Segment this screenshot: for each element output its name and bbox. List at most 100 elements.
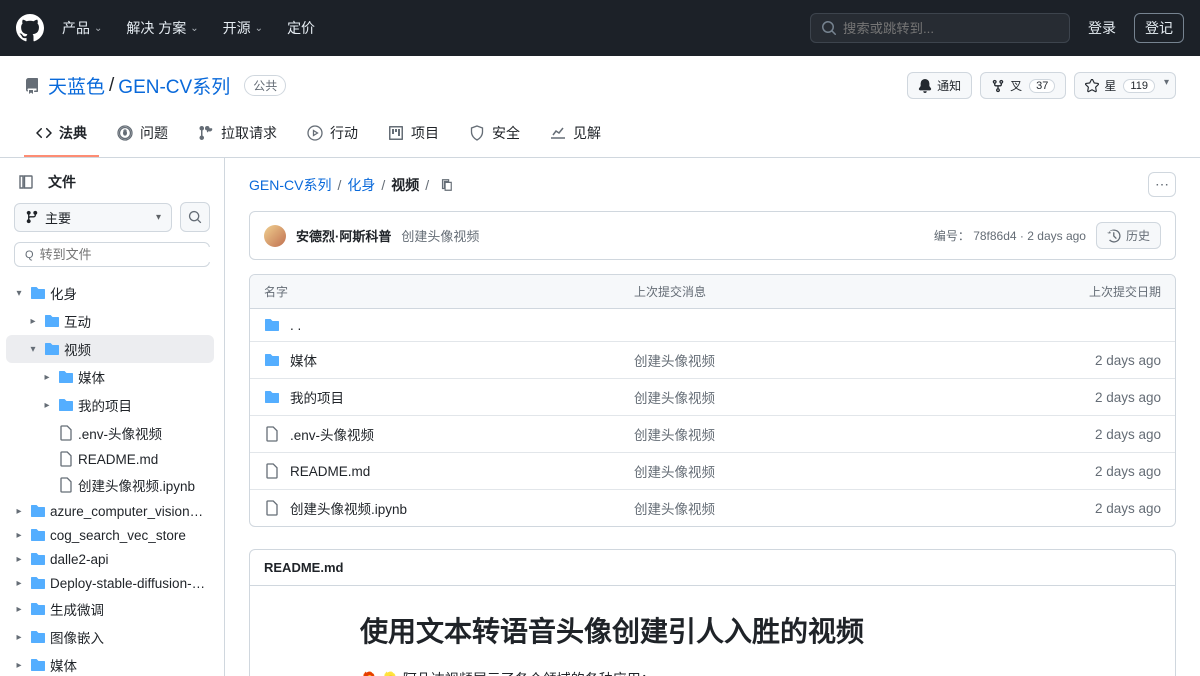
folder-icon (44, 341, 60, 357)
commit-msg-link[interactable]: 创建头像视频 (634, 391, 715, 406)
issue-icon (117, 125, 133, 141)
fork-button[interactable]: 叉 37 (980, 72, 1066, 99)
readme: README.md 使用文本转语音头像创建引人入胜的视频 🧑‍🦰 👱阿凡达视频展… (249, 549, 1176, 676)
chevron-icon: ▸ (12, 530, 26, 541)
tree-item-label: cog_search_vec_store (50, 528, 208, 543)
chevron-icon: ▸ (12, 578, 26, 589)
breadcrumb-part[interactable]: GEN-CV系列 (249, 175, 331, 195)
tab-pr[interactable]: 拉取请求 (186, 115, 289, 157)
file-link[interactable]: README.md (290, 464, 370, 479)
graph-icon (550, 125, 566, 141)
tree-item-label: 创建头像视频.ipynb (78, 475, 208, 495)
tab-play[interactable]: 行动 (295, 115, 370, 157)
commit-date: 2 days ago (1061, 464, 1161, 479)
commit-msg-link[interactable]: 创建头像视频 (634, 354, 715, 369)
project-icon (388, 125, 404, 141)
readme-title: 使用文本转语音头像创建引人入胜的视频 (360, 610, 1135, 650)
sign-in-link[interactable]: 登录 (1078, 14, 1126, 42)
code-icon (36, 125, 52, 141)
more-menu[interactable]: ⋯ (1148, 172, 1176, 197)
global-header: 产品⌄解决 方案⌄开源⌄定价 登录 登记 (0, 0, 1200, 56)
col-header-name: 名字 (264, 283, 634, 300)
breadcrumb-part[interactable]: 化身 (347, 175, 375, 195)
chevron-icon: ▸ (12, 604, 26, 615)
star-icon (1085, 79, 1099, 93)
file-link[interactable]: 创建头像视频.ipynb (290, 498, 407, 518)
readme-intro: 🧑‍🦰 👱阿凡达视频展示了各个领域的各种应用： (360, 668, 1135, 676)
commit-msg-link[interactable]: 创建头像视频 (634, 465, 715, 480)
tree-item-label: 生成微调 (50, 599, 208, 619)
file-link[interactable]: . . (290, 318, 301, 333)
chevron-down-icon: ▾ (156, 212, 161, 223)
avatar[interactable] (264, 225, 286, 247)
file-link[interactable]: .env-头像视频 (290, 424, 374, 444)
nav-item[interactable]: 产品⌄ (52, 12, 112, 44)
tree-file[interactable]: .env-头像视频 (6, 419, 214, 447)
github-logo[interactable] (16, 14, 44, 42)
global-nav: 产品⌄解决 方案⌄开源⌄定价 (52, 12, 325, 44)
tree-folder[interactable]: ▸ cog_search_vec_store (6, 523, 214, 547)
chevron-down-icon: ⌄ (190, 23, 198, 34)
tree-search-button[interactable] (180, 202, 210, 232)
file-filter[interactable]: Q (14, 242, 210, 267)
folder-icon (30, 657, 46, 673)
owner-link[interactable]: 天蓝色 (48, 72, 105, 99)
repo-icon (24, 78, 40, 94)
tab-project[interactable]: 项目 (376, 115, 451, 157)
commit-date: 2 days ago (1061, 427, 1161, 442)
chevron-icon: ▸ (12, 632, 26, 643)
folder-icon (30, 503, 46, 519)
tree-folder[interactable]: ▸ 生成微调 (6, 595, 214, 623)
col-header-message: 上次提交消息 (634, 283, 1061, 300)
files-panel-icon[interactable] (18, 174, 34, 190)
tree-file[interactable]: 创建头像视频.ipynb (6, 471, 214, 499)
folder-icon (30, 601, 46, 617)
commit-author[interactable]: 安德烈·阿斯科普 (296, 226, 391, 245)
tree-file[interactable]: README.md (6, 447, 214, 471)
tree-folder[interactable]: ▸我的项目 (6, 391, 214, 419)
tree-folder[interactable]: ▸媒体 (6, 651, 214, 676)
file-icon (58, 477, 74, 493)
file-link[interactable]: 媒体 (290, 350, 317, 370)
tree-folder[interactable]: ▸dalle2-api (6, 547, 214, 571)
commit-msg-link[interactable]: 创建头像视频 (634, 502, 715, 517)
tab-issue[interactable]: 问题 (105, 115, 180, 157)
history-button[interactable]: 历史 (1096, 222, 1161, 249)
commit-message[interactable]: 创建头像视频 (401, 226, 479, 245)
nav-item[interactable]: 定价 (277, 12, 325, 44)
star-dropdown[interactable]: ▾ (1158, 72, 1176, 99)
copy-path-button[interactable] (439, 178, 453, 192)
tab-graph[interactable]: 见解 (538, 115, 613, 157)
commit-sha[interactable]: 78f86d4 (973, 229, 1016, 243)
tree-folder[interactable]: ▸互动 (6, 307, 214, 335)
sign-up-button[interactable]: 登记 (1134, 13, 1184, 43)
chevron-icon: ▸ (12, 660, 26, 671)
table-row: README.md 创建头像视频 2 days ago (250, 453, 1175, 490)
tree-folder[interactable]: ▾化身 (6, 279, 214, 307)
chevron-icon: ▸ (12, 506, 26, 517)
repo-link[interactable]: GEN-CV系列 (118, 72, 230, 99)
commit-msg-link[interactable]: 创建头像视频 (634, 428, 715, 443)
file-link[interactable]: 我的项目 (290, 387, 344, 407)
file-filter-input[interactable] (40, 247, 216, 262)
global-search[interactable] (810, 13, 1070, 43)
tree-folder[interactable]: ▸Deploy-stable-diffusion-on-azure... (6, 571, 214, 595)
table-row: 我的项目创建头像视频2 days ago (250, 379, 1175, 416)
file-icon (58, 425, 74, 441)
search-input[interactable] (843, 21, 1059, 36)
notifications-button[interactable]: 通知 (907, 72, 972, 99)
file-icon (264, 426, 280, 442)
nav-item[interactable]: 解决 方案⌄ (116, 12, 208, 44)
star-button[interactable]: 星 119 (1074, 72, 1166, 99)
tree-folder[interactable]: ▸媒体 (6, 363, 214, 391)
tree-folder[interactable]: ▸azure_computer_vision_workshop (6, 499, 214, 523)
repo-header: 天蓝色 / GEN-CV系列 公共 通知 叉 37 星 119 ▾ (0, 56, 1200, 158)
tree-folder[interactable]: ▾视频 (6, 335, 214, 363)
branch-icon (25, 210, 39, 224)
tab-shield[interactable]: 安全 (457, 115, 532, 157)
tree-folder[interactable]: ▸图像嵌入 (6, 623, 214, 651)
branch-select[interactable]: 主要 ▾ (14, 203, 172, 232)
nav-item[interactable]: 开源⌄ (213, 12, 273, 44)
table-row: .env-头像视频 创建头像视频 2 days ago (250, 416, 1175, 453)
tab-code[interactable]: 法典 (24, 115, 99, 157)
